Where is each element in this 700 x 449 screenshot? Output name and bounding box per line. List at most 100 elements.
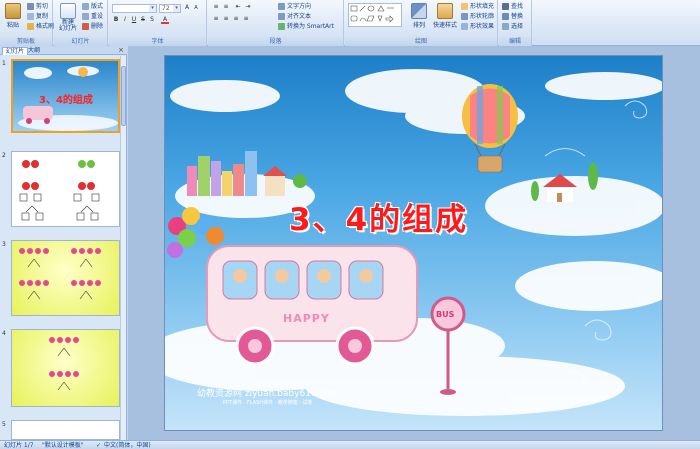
cursor-icon [502, 23, 509, 30]
replace-button[interactable]: 替换 [502, 12, 523, 21]
slide-thumbnail-3[interactable] [11, 240, 120, 316]
increase-indent-button[interactable]: ⇥ [244, 3, 252, 11]
tab-outline[interactable]: 大纲 [25, 47, 43, 55]
shadow-button[interactable]: S [148, 16, 156, 24]
copy-icon [27, 13, 34, 20]
shape-outline-button[interactable]: 形状轮廓 [461, 12, 494, 21]
theme-name: "默认设计模板" [42, 442, 84, 449]
scissors-icon [27, 3, 34, 10]
effects-icon [461, 23, 468, 30]
slide-thumbnail-4[interactable] [11, 329, 120, 407]
italic-button[interactable]: I [121, 16, 129, 24]
slide-thumbnail-2[interactable] [11, 151, 120, 227]
status-bar: 幻灯片 1/7 "默认设计模板" ✓ 中文(简体，中国) [0, 440, 700, 449]
drawing-group: 排列 快速样式 形状填充 形状轮廓 形状效果 绘图 [345, 0, 498, 46]
justify-button[interactable]: ≡ [242, 15, 250, 23]
delete-button[interactable]: 删除 [82, 22, 103, 31]
shape-effects-button[interactable]: 形状效果 [461, 22, 494, 31]
font-name-combo[interactable]: ▾ [112, 4, 157, 13]
chevron-down-icon: ▾ [149, 5, 156, 12]
convert-smartart-button[interactable]: 转换为 SmartArt [278, 22, 334, 31]
clipboard-group: 粘贴 剪切 复制 格式刷 剪贴板 [0, 0, 54, 46]
bullets-button[interactable]: ≡ [212, 3, 220, 11]
align-left-button[interactable]: ≡ [212, 15, 220, 23]
quick-styles-button[interactable]: 快速样式 [431, 3, 459, 29]
slides-panel: 幻灯片 大纲 × 1 3、4的组成 2 3 4 5 [0, 46, 127, 440]
replace-icon [502, 13, 509, 20]
shrink-font-button[interactable]: A [192, 4, 200, 12]
hot-air-balloon [462, 84, 518, 173]
paintbrush-icon [27, 23, 34, 30]
thumbnail-number: 2 [2, 152, 6, 159]
shape-fill-button[interactable]: 形状填充 [461, 2, 494, 11]
decrease-indent-button[interactable]: ⇤ [234, 3, 242, 11]
panel-scrollbar[interactable] [120, 56, 126, 440]
font-group: ▾ 72 ▾ A A B I U S S A 字体 [109, 0, 207, 46]
layout-icon [82, 3, 89, 10]
find-button[interactable]: 查找 [502, 2, 523, 11]
clipboard-group-label: 剪贴板 [0, 37, 52, 46]
editing-group: 查找 替换 选择 编辑 [499, 0, 532, 46]
shapes-icon [350, 5, 394, 23]
slide-background-art [165, 69, 662, 416]
numbering-button[interactable]: ≡ [222, 3, 230, 11]
slide-title[interactable]: 3、4的组成 [289, 194, 549, 239]
slides-group-label: 幻灯片 [54, 37, 107, 46]
select-button[interactable]: 选择 [502, 22, 523, 31]
cut-button[interactable]: 剪切 [27, 2, 48, 11]
watermark: 幼教资源网 ziyuan.baby611.com [197, 389, 339, 399]
slide-count: 幻灯片 1/7 [4, 442, 34, 449]
thumbnail-number: 3 [2, 241, 6, 248]
language-indicator[interactable]: 中文(简体，中国) [104, 441, 151, 449]
thumbnail-2-art [19, 160, 100, 221]
slide-thumbnail-1[interactable]: 3、4的组成 [11, 59, 120, 133]
current-slide[interactable]: HAPPY BUS 3、4的组成 幼教资源网 ziyuan.baby611.co… [164, 55, 663, 431]
watermark-subtitle: PPT课件 · FLASH课件 · 教学随笔 · 试卷 [223, 400, 313, 406]
fill-bucket-icon [461, 3, 468, 10]
thumbnail-number: 5 [2, 421, 6, 428]
font-size-combo[interactable]: 72 ▾ [159, 4, 181, 13]
slide-editing-area: HAPPY BUS 3、4的组成 幼教资源网 ziyuan.baby611.co… [128, 46, 700, 440]
shapes-gallery[interactable] [348, 3, 402, 27]
layout-button[interactable]: 版式 [82, 2, 103, 11]
bold-button[interactable]: B [112, 16, 120, 24]
thumbnail-4-art [49, 337, 79, 391]
format-painter-button[interactable]: 格式刷 [27, 22, 54, 31]
scrollbar-handle[interactable] [121, 66, 126, 126]
chevron-down-icon: ▾ [173, 5, 180, 12]
align-text-button[interactable]: 对齐文本 [278, 12, 311, 21]
align-right-button[interactable]: ≡ [232, 15, 240, 23]
slides-group: 新建 幻灯片 版式 重设 删除 幻灯片 [54, 0, 108, 46]
drawing-group-label: 绘图 [345, 37, 497, 46]
new-slide-button[interactable]: 新建 幻灯片 [56, 3, 80, 32]
reset-icon [82, 13, 89, 20]
spellcheck-icon[interactable]: ✓ [96, 441, 101, 449]
arrange-icon [411, 3, 427, 19]
delete-icon [82, 23, 89, 30]
ribbon: 粘贴 剪切 复制 格式刷 剪贴板 新建 幻灯片 版式 重设 删除 幻灯片 ▾ 7… [0, 0, 700, 46]
paragraph-group: ≡ ≡ ⇤ ⇥ ≡ ≡ ≡ ≡ 文字方向 对齐文本 转换为 SmartArt 段… [208, 0, 344, 46]
arrange-button[interactable]: 排列 [407, 3, 431, 29]
thumbnail-3-art [19, 248, 101, 300]
align-center-button[interactable]: ≡ [222, 15, 230, 23]
strikethrough-button[interactable]: S [139, 16, 147, 24]
font-color-button[interactable]: A [161, 16, 169, 24]
text-direction-button[interactable]: 文字方向 [278, 2, 311, 11]
paste-button[interactable]: 粘贴 [2, 3, 24, 29]
thumbnail-number: 4 [2, 330, 6, 337]
slide-thumbnail-5[interactable] [11, 420, 120, 440]
paragraph-group-label: 段落 [208, 37, 343, 46]
bus-happy-label: HAPPY [283, 312, 330, 325]
text-direction-icon [278, 3, 285, 10]
smartart-icon [278, 23, 285, 30]
underline-button[interactable]: U [130, 16, 138, 24]
close-icon[interactable]: × [118, 46, 124, 55]
paste-icon [5, 3, 21, 19]
thumbnail-number: 1 [2, 60, 6, 67]
outline-pen-icon [461, 13, 468, 20]
copy-button[interactable]: 复制 [27, 12, 48, 21]
grow-font-button[interactable]: A [183, 4, 191, 12]
panel-tabs: 幻灯片 大纲 × [0, 46, 127, 55]
reset-button[interactable]: 重设 [82, 12, 103, 21]
binoculars-icon [502, 3, 509, 10]
